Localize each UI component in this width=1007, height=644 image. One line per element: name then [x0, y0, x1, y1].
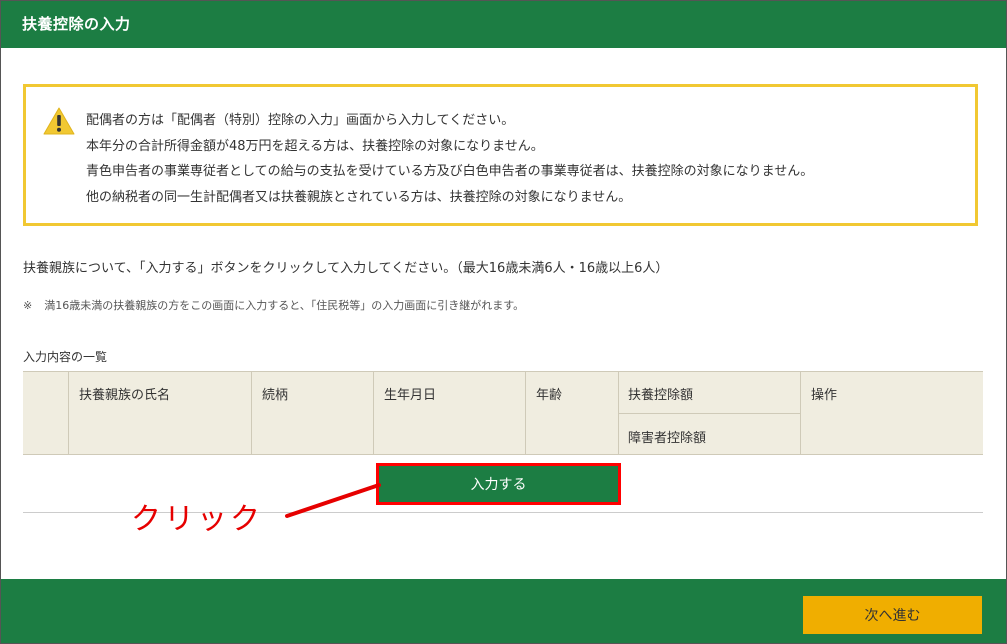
column-header-age: 年齢	[525, 372, 618, 454]
notice-line: 配偶者の方は「配偶者（特別）控除の入力」画面から入力してください。	[86, 113, 515, 128]
dependents-table: 扶養親族の氏名 続柄 生年月日 年齢 扶養控除額 障害者控除額 操作	[23, 371, 983, 455]
note-body: 満16歳未満の扶養親族の方をこの画面に入力すると、「住民税等」の入力画面に引き継…	[44, 299, 525, 312]
warning-notice: 配偶者の方は「配偶者（特別）控除の入力」画面から入力してください。 本年分の合計…	[23, 84, 978, 226]
next-button[interactable]: 次へ進む	[803, 596, 982, 634]
notice-line: 青色申告者の事業専従者としての給与の支払を受けている方及び白色申告者の事業専従者…	[86, 164, 814, 179]
notice-text: 配偶者の方は「配偶者（特別）控除の入力」画面から入力してください。 本年分の合計…	[86, 108, 813, 210]
instruction-text: 扶養親族について、「入力する」ボタンをクリックして入力してください。（最大16歳…	[23, 261, 669, 276]
notice-line: 他の納税者の同一生計配偶者又は扶養親族とされている方は、扶養控除の対象になりませ…	[86, 189, 632, 205]
column-label: 扶養親族の氏名	[79, 388, 171, 403]
annotation-arrow	[285, 483, 381, 518]
notice-line: 本年分の合計所得金額が48万円を超える方は、扶養控除の対象になりません。	[86, 138, 544, 154]
note-mark: ※	[23, 299, 33, 312]
list-caption: 入力内容の一覧	[23, 350, 108, 364]
column-label: 操作	[811, 388, 838, 403]
column-label: 扶養控除額	[628, 388, 694, 403]
note-text: ※ 満16歳未満の扶養親族の方をこの画面に入力すると、「住民税等」の入力画面に引き…	[23, 297, 524, 313]
column-header-operation: 操作	[800, 372, 983, 454]
column-label: 生年月日	[384, 388, 437, 403]
column-label-disability: 障害者控除額	[628, 431, 707, 446]
page-frame: 扶養控除の入力 配偶者の方は「配偶者（特別）控除の入力」画面から入力してください…	[0, 0, 1007, 644]
footer-bar: 次へ進む	[1, 579, 1006, 643]
column-header-relation: 続柄	[251, 372, 373, 454]
column-label: 年齢	[536, 388, 563, 403]
header-bar: 扶養控除の入力	[1, 1, 1006, 48]
page-title: 扶養控除の入力	[22, 15, 131, 33]
column-header-birthdate: 生年月日	[373, 372, 525, 454]
annotation-label: クリック	[131, 502, 263, 537]
column-header-name: 扶養親族の氏名	[68, 372, 251, 454]
column-label: 続柄	[262, 388, 289, 403]
warning-icon	[43, 107, 75, 135]
annotation-highlight	[376, 463, 621, 505]
header-sub-divider	[618, 413, 800, 414]
